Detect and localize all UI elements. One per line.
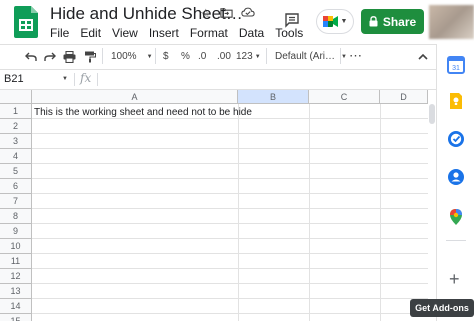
formula-bar: B21 ▼ fx <box>0 70 436 90</box>
row-header[interactable]: 4 <box>0 149 32 164</box>
row-header[interactable]: 2 <box>0 119 32 134</box>
keep-icon[interactable] <box>447 92 465 110</box>
vertical-scrollbar[interactable] <box>428 90 436 321</box>
number-format-value: 123 <box>236 51 253 62</box>
row-header[interactable]: 12 <box>0 269 32 284</box>
menu-bar: File Edit View Insert Format Data Tools <box>50 26 314 40</box>
menu-file[interactable]: File <box>50 26 69 40</box>
top-bar: Hide and Unhide Sheet… ☆ File Edit View … <box>0 0 474 44</box>
select-all-corner[interactable] <box>0 90 32 104</box>
chevron-down-icon[interactable]: ▼ <box>62 76 68 82</box>
decrease-decimal-button[interactable]: .0 <box>198 51 206 62</box>
calendar-date: 31 <box>452 65 460 72</box>
cell-a1[interactable]: This is the working sheet and need not t… <box>34 105 252 120</box>
meet-button[interactable]: ▼ <box>316 9 354 34</box>
row-header[interactable]: 6 <box>0 179 32 194</box>
row-header[interactable]: 8 <box>0 209 32 224</box>
menu-format[interactable]: Format <box>190 26 228 40</box>
column-header-b[interactable]: B <box>238 90 309 104</box>
maps-icon[interactable] <box>447 208 465 226</box>
row-header[interactable]: 15 <box>0 314 32 321</box>
row-header[interactable]: 5 <box>0 164 32 179</box>
undo-icon[interactable] <box>25 52 37 62</box>
zoom-value: 100% <box>111 51 137 62</box>
menu-edit[interactable]: Edit <box>80 26 101 40</box>
name-box[interactable]: B21 <box>4 73 24 85</box>
font-value: Default (Ari… <box>275 51 336 62</box>
star-icon[interactable]: ☆ <box>200 6 212 22</box>
font-select[interactable]: Default (Ari… ▼ <box>275 51 347 62</box>
sheets-logo-icon[interactable] <box>14 6 38 38</box>
side-panel: 31 + <box>436 44 474 321</box>
share-button[interactable]: Share <box>361 9 424 34</box>
scrollbar-thumb[interactable] <box>429 104 435 124</box>
lock-icon <box>369 16 378 27</box>
add-icon[interactable]: + <box>449 269 460 290</box>
column-header-a[interactable]: A <box>32 90 238 104</box>
redo-icon[interactable] <box>44 52 56 62</box>
row-header[interactable]: 14 <box>0 299 32 314</box>
currency-format-button[interactable]: $ <box>163 51 169 62</box>
number-format-select[interactable]: 123 ▼ <box>236 51 261 62</box>
row-header[interactable]: 9 <box>0 224 32 239</box>
row-header[interactable]: 13 <box>0 284 32 299</box>
menu-view[interactable]: View <box>112 26 138 40</box>
row-header[interactable]: 10 <box>0 239 32 254</box>
increase-decimal-button[interactable]: .00 <box>217 51 231 62</box>
menu-insert[interactable]: Insert <box>149 26 179 40</box>
row-header[interactable]: 1 <box>0 104 32 119</box>
comment-history-icon[interactable] <box>284 12 300 28</box>
menu-data[interactable]: Data <box>239 26 264 40</box>
print-icon[interactable] <box>63 51 76 63</box>
paint-format-icon[interactable] <box>84 51 96 63</box>
share-label: Share <box>382 14 417 29</box>
tasks-icon[interactable] <box>447 130 465 148</box>
fx-icon: fx <box>80 71 92 85</box>
row-header[interactable]: 7 <box>0 194 32 209</box>
move-folder-icon[interactable] <box>220 6 233 19</box>
get-add-ons-tooltip: Get Add-ons <box>410 299 474 317</box>
zoom-select[interactable]: 100% ▼ <box>111 51 153 62</box>
row-header[interactable]: 3 <box>0 134 32 149</box>
more-options-icon[interactable]: ⋯ <box>349 48 362 64</box>
column-header-c[interactable]: C <box>309 90 380 104</box>
contacts-icon[interactable] <box>447 168 465 186</box>
collapse-menus-icon[interactable] <box>418 53 428 60</box>
sheet-grid[interactable]: A B C D 1 2 3 4 5 6 7 8 9 10 11 12 13 14… <box>0 90 428 321</box>
chevron-down-icon: ▼ <box>146 53 153 60</box>
cloud-status-icon[interactable] <box>241 6 255 19</box>
account-avatar[interactable] <box>429 5 474 39</box>
chevron-down-icon: ▼ <box>340 18 348 25</box>
chevron-down-icon: ▼ <box>341 53 347 60</box>
chevron-down-icon: ▼ <box>254 53 261 60</box>
meet-icon <box>322 16 338 27</box>
menu-tools[interactable]: Tools <box>275 26 303 40</box>
column-header-d[interactable]: D <box>380 90 428 104</box>
percent-format-button[interactable]: % <box>181 51 190 62</box>
row-header[interactable]: 11 <box>0 254 32 269</box>
calendar-icon[interactable]: 31 <box>447 56 465 74</box>
toolbar: 100% ▼ $ % .0 .00 123 ▼ Default (Ari… ▼ … <box>0 44 436 70</box>
